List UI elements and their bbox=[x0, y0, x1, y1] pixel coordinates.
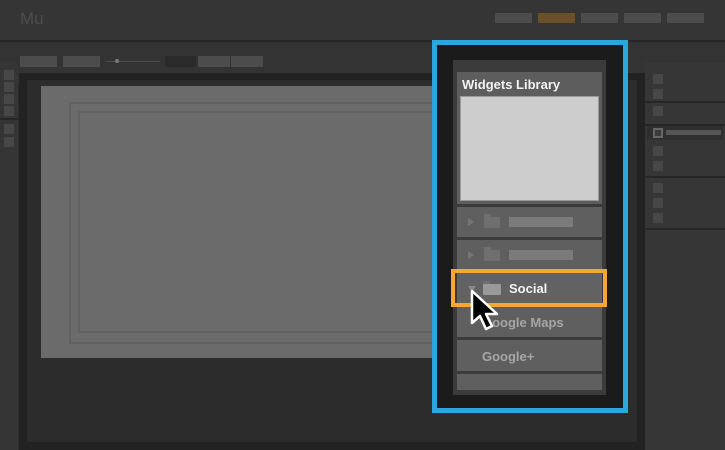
panel-icon[interactable] bbox=[653, 106, 663, 116]
slider-knob[interactable] bbox=[115, 59, 119, 63]
divider bbox=[645, 124, 725, 126]
toolbar-button[interactable] bbox=[198, 56, 230, 67]
panel-icon[interactable] bbox=[653, 74, 663, 84]
folder-label-placeholder bbox=[509, 217, 573, 227]
workspace-button[interactable] bbox=[624, 13, 661, 23]
workspace-button[interactable] bbox=[495, 13, 532, 23]
tool-icon[interactable] bbox=[4, 137, 14, 147]
panel-icon[interactable] bbox=[653, 161, 663, 171]
workspace-button-active[interactable] bbox=[538, 13, 575, 23]
panel-label-bar bbox=[666, 130, 721, 135]
workspace-button[interactable] bbox=[667, 13, 704, 23]
tools-panel bbox=[0, 62, 18, 450]
tool-icon[interactable] bbox=[4, 106, 14, 116]
toolbar-button[interactable] bbox=[63, 56, 100, 67]
panel-icon[interactable] bbox=[653, 89, 663, 99]
folder-label-placeholder bbox=[509, 250, 573, 260]
page-guide-inner bbox=[78, 111, 478, 333]
app-logo: Mu bbox=[20, 9, 44, 28]
panel-icon[interactable] bbox=[653, 213, 663, 223]
panel-icon[interactable] bbox=[653, 198, 663, 208]
workspace-button[interactable] bbox=[581, 13, 618, 23]
divider bbox=[0, 118, 18, 120]
widget-label: Google+ bbox=[482, 349, 535, 364]
folder-icon bbox=[484, 214, 500, 228]
panel-title: Widgets Library bbox=[462, 77, 561, 92]
divider bbox=[645, 176, 725, 178]
page-artboard bbox=[41, 86, 478, 358]
expand-arrow-icon[interactable] bbox=[468, 218, 474, 226]
panel-icon[interactable] bbox=[653, 146, 663, 156]
folder-icon bbox=[484, 247, 500, 261]
panel-icon[interactable] bbox=[653, 183, 663, 193]
tool-icon[interactable] bbox=[4, 82, 14, 92]
mouse-cursor-icon bbox=[470, 289, 499, 331]
expand-arrow-icon[interactable] bbox=[468, 251, 474, 259]
divider bbox=[645, 228, 725, 230]
toolbar-button[interactable] bbox=[20, 56, 57, 67]
divider bbox=[645, 101, 725, 103]
list-item[interactable] bbox=[457, 374, 602, 390]
folder-row[interactable] bbox=[457, 240, 602, 270]
widget-preview bbox=[460, 96, 599, 201]
tool-icon[interactable] bbox=[4, 124, 14, 134]
toolbar-button[interactable] bbox=[231, 56, 263, 67]
tool-icon[interactable] bbox=[4, 70, 14, 80]
panel-icon[interactable] bbox=[653, 128, 663, 138]
folder-row[interactable] bbox=[457, 207, 602, 237]
title-bar: Mu bbox=[0, 0, 725, 42]
right-panels bbox=[645, 62, 725, 450]
tool-icon[interactable] bbox=[4, 94, 14, 104]
toolbar-field[interactable] bbox=[165, 56, 196, 67]
widget-item-google-plus[interactable]: Google+ bbox=[457, 340, 602, 371]
